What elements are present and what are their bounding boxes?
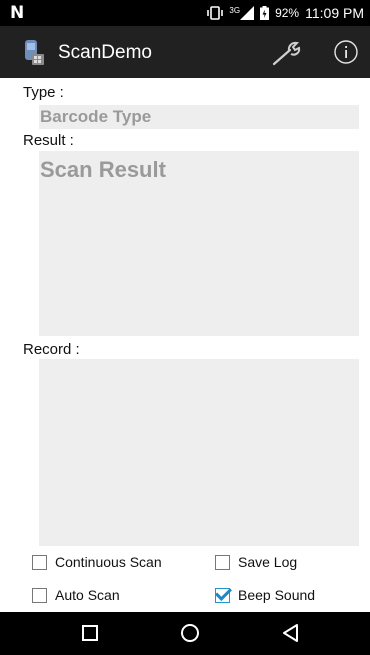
beep-sound-label: Beep Sound	[238, 587, 316, 603]
type-label: Type :	[23, 84, 64, 101]
scan-result-value: Scan Result	[40, 157, 166, 182]
record-label: Record :	[23, 341, 80, 358]
nfc-n-icon: N	[10, 3, 25, 23]
auto-scan-label: Auto Scan	[55, 587, 120, 603]
battery-percent: 92%	[275, 6, 300, 20]
barcode-type-value: Barcode Type	[40, 107, 152, 126]
navigation-bar	[0, 612, 370, 655]
cell-signal-icon	[240, 6, 255, 20]
beep-sound-checkbox[interactable]: Beep Sound	[215, 587, 315, 603]
auto-scan-checkbox[interactable]: Auto Scan	[32, 587, 120, 603]
save-log-checkbox[interactable]: Save Log	[215, 554, 297, 570]
beep-sound-box[interactable]	[215, 587, 230, 603]
app-bar: ScanDemo	[0, 26, 370, 78]
scanner-app-icon	[25, 40, 44, 65]
wrench-icon[interactable]	[270, 39, 306, 67]
result-label: Result :	[23, 132, 74, 149]
continuous-scan-label: Continuous Scan	[55, 554, 162, 570]
save-log-box[interactable]	[215, 554, 230, 570]
record-log-field[interactable]	[39, 359, 359, 546]
save-log-label: Save Log	[238, 554, 298, 570]
battery-charging-icon	[260, 6, 270, 20]
scan-result-field[interactable]: Scan Result	[39, 151, 359, 336]
home-circle-icon[interactable]	[180, 623, 200, 643]
status-bar: N 3G 92% 11:09 PM	[0, 0, 370, 26]
status-icons: 3G 92% 11:09 PM	[207, 4, 364, 22]
clock: 11:09 PM	[305, 5, 364, 21]
network-type-label: 3G	[229, 5, 241, 15]
auto-scan-box[interactable]	[32, 587, 47, 603]
back-triangle-icon[interactable]	[281, 623, 301, 643]
info-icon[interactable]	[333, 39, 359, 65]
continuous-scan-box[interactable]	[32, 554, 47, 570]
recents-square-icon[interactable]	[80, 623, 100, 643]
app-title: ScanDemo	[58, 42, 152, 63]
continuous-scan-checkbox[interactable]: Continuous Scan	[32, 554, 162, 570]
vibrate-icon	[207, 6, 224, 20]
barcode-type-field: Barcode Type	[39, 105, 359, 129]
